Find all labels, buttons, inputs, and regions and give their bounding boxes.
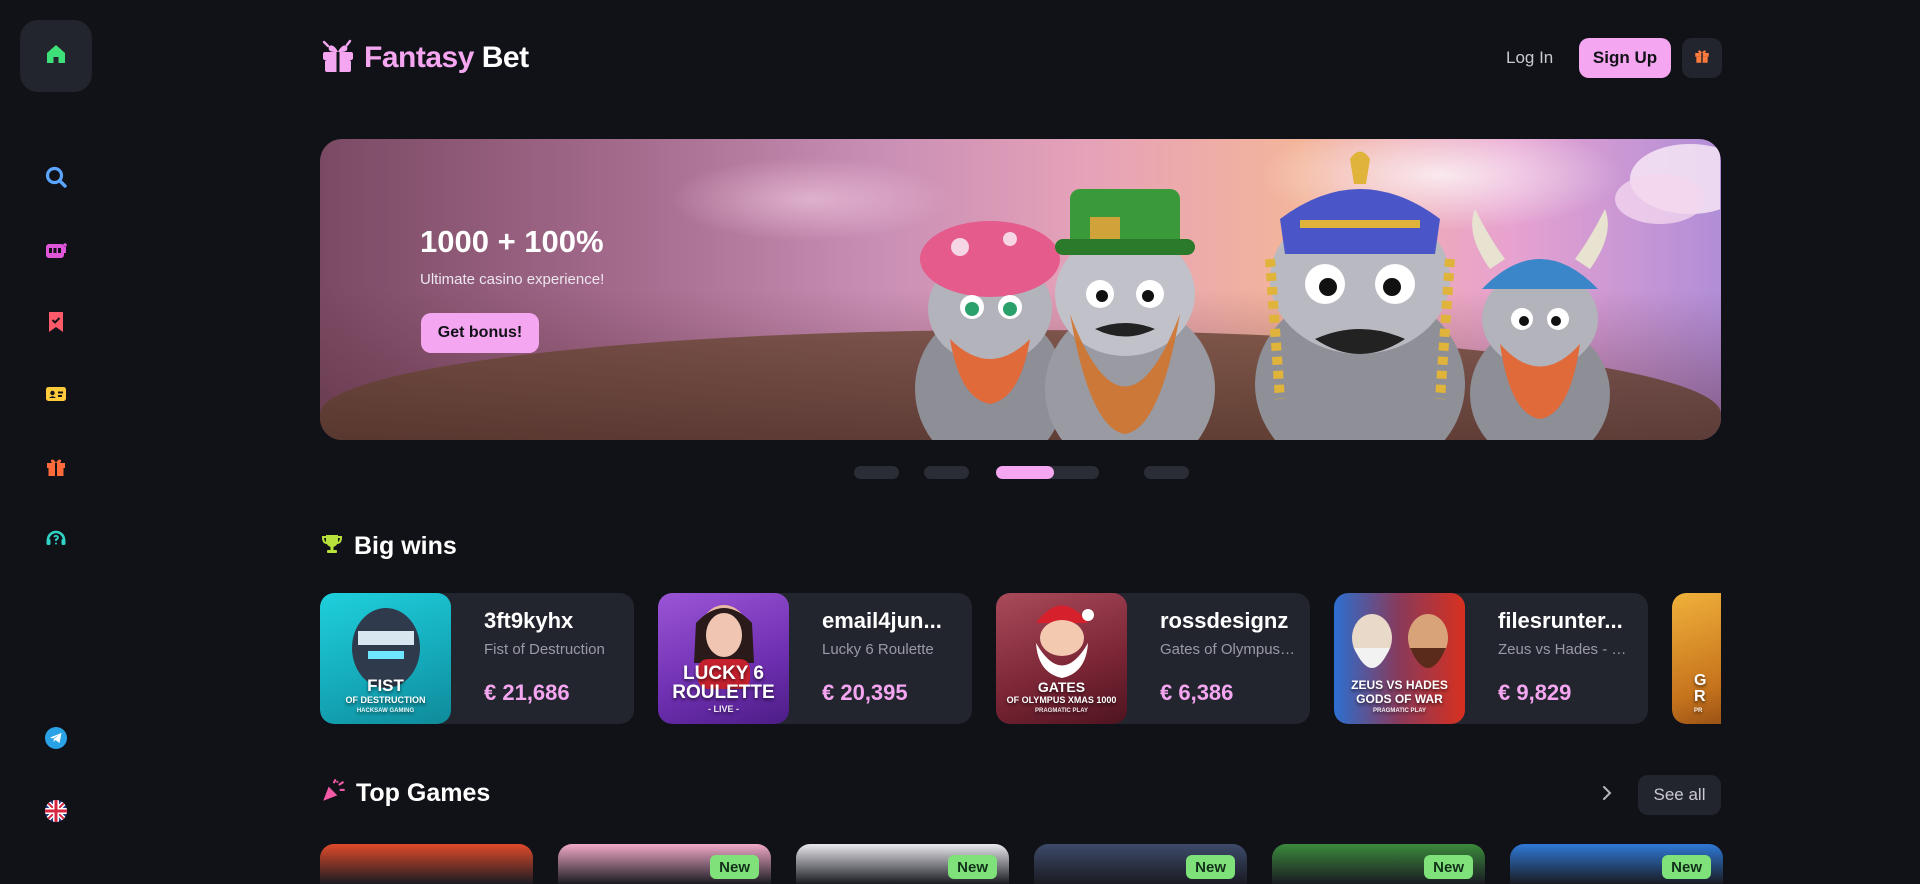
big-win-card[interactable]: LUCKY 6 ROULETTE - LIVE - email4jun... L…: [658, 593, 972, 724]
sidebar: [0, 0, 112, 869]
win-game-name: Zeus vs Hades - Gods of War: [1498, 641, 1636, 658]
profile-button[interactable]: [40, 380, 72, 412]
game-thumbnail: ZEUS VS HADES GODS OF WAR PRAGMATIC PLAY: [1334, 593, 1465, 724]
slide-dot-2[interactable]: [924, 466, 969, 479]
game-thumbnail: FIST OF DESTRUCTION HACKSAW GAMING: [320, 593, 451, 724]
game-thumbnail: G R PR: [1672, 593, 1721, 724]
top-games-next-button[interactable]: [1592, 780, 1622, 810]
search-button[interactable]: [40, 163, 72, 195]
login-button[interactable]: Log In: [1494, 40, 1565, 76]
home-button[interactable]: [20, 20, 92, 92]
game-card[interactable]: New: [1034, 844, 1247, 884]
promo-banner[interactable]: 1000 + 100% Ultimate casino experience! …: [320, 139, 1721, 440]
slots-button[interactable]: [40, 236, 72, 268]
banner-subtitle: Ultimate casino experience!: [420, 271, 605, 288]
gift-logo-icon: [320, 38, 356, 79]
big-win-card[interactable]: ZEUS VS HADES GODS OF WAR PRAGMATIC PLAY…: [1334, 593, 1648, 724]
winner-username: rossdesignz: [1160, 608, 1289, 633]
see-all-button[interactable]: See all: [1638, 775, 1721, 815]
big-wins-list: FIST OF DESTRUCTION HACKSAW GAMING 3ft9k…: [320, 593, 1721, 724]
thumbnail-title: ZEUS VS HADES GODS OF WAR PRAGMATIC PLAY: [1351, 678, 1448, 714]
banner-pagination: [854, 466, 1189, 479]
win-game-name: Gates of Olympus Xmas 1000: [1160, 641, 1298, 658]
win-amount: € 20,395: [822, 680, 908, 705]
new-badge: New: [710, 855, 759, 879]
language-button[interactable]: [40, 797, 72, 829]
thumbnail-title: FIST OF DESTRUCTION HACKSAW GAMING: [345, 676, 426, 714]
chevron-right-icon: [1600, 785, 1614, 805]
slide-dot-5[interactable]: [1144, 466, 1189, 479]
winner-username: filesrunter...: [1498, 608, 1623, 633]
winner-username: 3ft9kyhx: [484, 608, 574, 633]
win-amount: € 9,829: [1498, 680, 1572, 705]
header-gift-button[interactable]: [1682, 38, 1722, 78]
game-thumbnail: LUCKY 6 ROULETTE - LIVE -: [658, 593, 789, 724]
banner-title: 1000 + 100%: [420, 224, 604, 259]
game-card[interactable]: New: [1272, 844, 1485, 884]
win-game-name: Lucky 6 Roulette: [822, 641, 934, 658]
big-wins-title: Big wins: [354, 532, 457, 560]
new-badge: New: [1662, 855, 1711, 879]
game-thumbnail: GATES OF OLYMPUS XMAS 1000 PRAGMATIC PLA…: [996, 593, 1127, 724]
signup-button[interactable]: Sign Up: [1579, 38, 1671, 78]
top-games-header: Top Games: [320, 778, 490, 809]
bookmark-icon: [44, 310, 68, 339]
big-wins-header: Big wins: [320, 532, 457, 561]
win-amount: € 6,386: [1160, 680, 1234, 705]
slot-machine-icon: [44, 238, 68, 267]
bookmarks-button[interactable]: [40, 308, 72, 340]
search-icon: [44, 165, 68, 194]
new-badge: New: [1424, 855, 1473, 879]
winner-username: email4jun...: [822, 608, 942, 633]
brand-name: Fantasy Bet: [364, 41, 529, 74]
gift-icon: [44, 455, 68, 484]
game-card[interactable]: New: [796, 844, 1009, 884]
support-icon: [44, 527, 68, 556]
telegram-icon: [44, 726, 68, 755]
home-icon: [44, 42, 68, 71]
trophy-icon: [320, 532, 344, 561]
new-badge: New: [948, 855, 997, 879]
thumbnail-title: LUCKY 6 ROULETTE - LIVE -: [672, 663, 775, 714]
big-win-card[interactable]: G R PR: [1672, 593, 1721, 724]
game-card[interactable]: New: [1510, 844, 1723, 884]
id-card-icon: [44, 382, 68, 411]
game-card[interactable]: [320, 844, 533, 884]
support-button[interactable]: [40, 525, 72, 557]
slide-dot-3[interactable]: [996, 466, 1099, 479]
top-games-title: Top Games: [356, 779, 491, 807]
big-win-card[interactable]: GATES OF OLYMPUS XMAS 1000 PRAGMATIC PLA…: [996, 593, 1310, 724]
thumbnail-title: G R PR: [1694, 672, 1707, 715]
brand-logo[interactable]: Fantasy Bet: [320, 38, 529, 78]
promotions-button[interactable]: [40, 453, 72, 485]
win-amount: € 21,686: [484, 680, 570, 705]
get-bonus-button[interactable]: Get bonus!: [421, 313, 539, 353]
uk-flag-icon: [44, 799, 68, 828]
game-card[interactable]: New: [558, 844, 771, 884]
party-popper-icon: [320, 778, 346, 809]
win-game-name: Fist of Destruction: [484, 641, 605, 658]
big-win-card[interactable]: FIST OF DESTRUCTION HACKSAW GAMING 3ft9k…: [320, 593, 634, 724]
banner-mascots-illustration: [915, 144, 1720, 440]
new-badge: New: [1186, 855, 1235, 879]
slide-dot-progress: [996, 466, 1054, 479]
slide-dot-1[interactable]: [854, 466, 899, 479]
thumbnail-title: GATES OF OLYMPUS XMAS 1000 PRAGMATIC PLA…: [1006, 679, 1117, 714]
telegram-button[interactable]: [40, 724, 72, 756]
gift-icon: [1693, 47, 1711, 70]
